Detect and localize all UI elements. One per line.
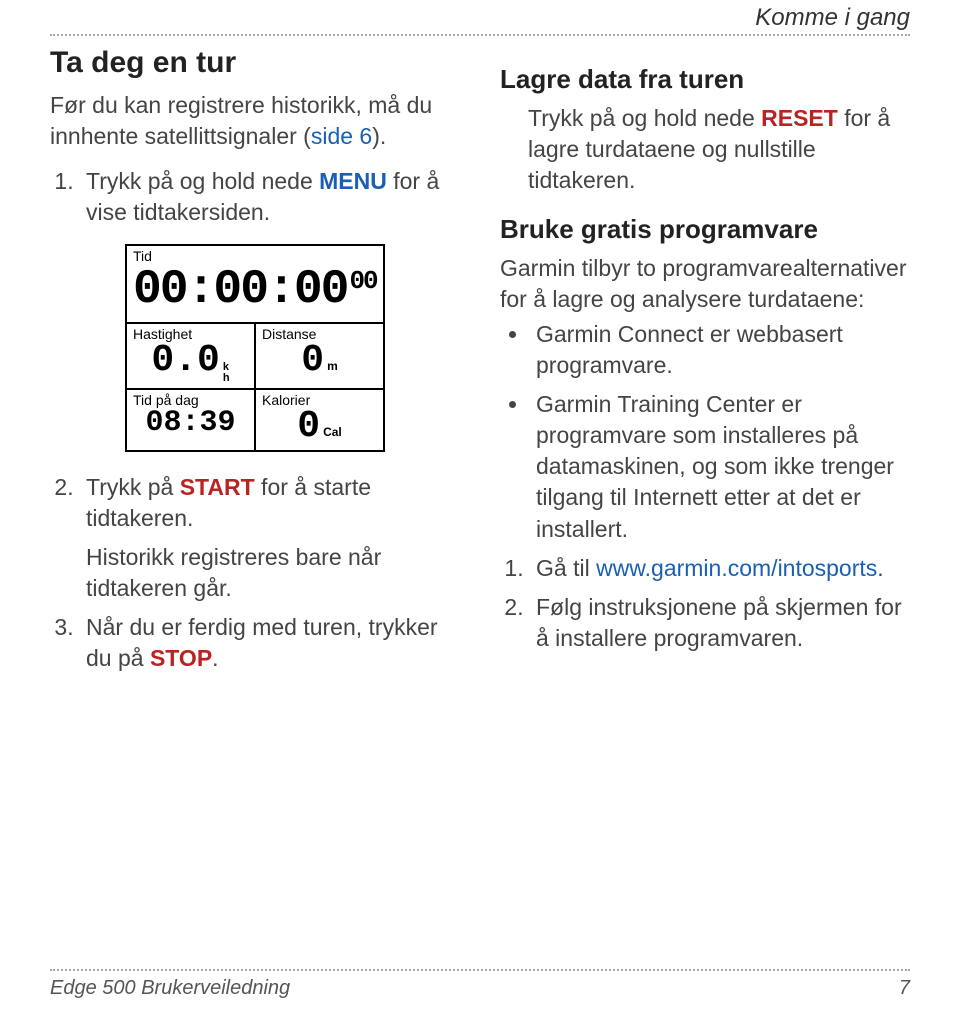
device-tid-cell: Tid 00:00:0000 bbox=[127, 246, 383, 324]
steps-list-left: Trykk på og hold nede MENU for å vise ti… bbox=[50, 166, 460, 228]
heading-lagre-data: Lagre data fra turen bbox=[500, 64, 910, 95]
steps-list-left-cont2: Når du er ferdig med turen, trykker du p… bbox=[50, 612, 460, 674]
bullet-training-center: Garmin Training Center er programvare so… bbox=[530, 389, 910, 544]
device-kalorier-unit: Cal bbox=[323, 425, 342, 439]
step-3: Når du er ferdig med turen, trykker du p… bbox=[80, 612, 460, 674]
device-tid-main: 00:00:00 bbox=[133, 266, 347, 314]
device-tid-sup: 00 bbox=[349, 268, 376, 294]
right-column: Lagre data fra turen Trykk på og hold ne… bbox=[500, 46, 910, 682]
keyword-start: START bbox=[180, 474, 255, 500]
keyword-menu: MENU bbox=[319, 168, 387, 194]
right-step-2: Følg instruksjonene på skjermen for å in… bbox=[530, 592, 910, 654]
step3-post: . bbox=[212, 645, 218, 671]
device-tid-label: Tid bbox=[133, 248, 377, 264]
device-screen: Tid 00:00:0000 Hastighet 0.0 k h bbox=[125, 244, 385, 452]
device-tidpadag-value: 08:39 bbox=[145, 408, 235, 438]
section-label: Komme i gang bbox=[755, 4, 910, 32]
device-hastighet-cell: Hastighet 0.0 k h bbox=[127, 324, 256, 390]
page-footer: Edge 500 Brukerveiledning 7 bbox=[50, 969, 910, 1000]
header-dotted-line bbox=[50, 34, 910, 36]
keyword-reset: RESET bbox=[761, 105, 838, 131]
keyword-stop: STOP bbox=[150, 645, 212, 671]
link-side-6[interactable]: side 6 bbox=[311, 123, 372, 149]
lagre-pre: Trykk på og hold nede bbox=[528, 105, 761, 131]
footer-page-number: 7 bbox=[899, 977, 910, 1000]
step2-subnote: Historikk registreres bare når tidtakere… bbox=[86, 542, 460, 604]
right-step1-pre: Gå til bbox=[536, 555, 596, 581]
device-tid-value: 00:00:0000 bbox=[133, 264, 377, 318]
step-2: Trykk på START for å starte tidtakeren. bbox=[80, 472, 460, 534]
step1-pre: Trykk på og hold nede bbox=[86, 168, 319, 194]
steps-list-left-cont: Trykk på START for å starte tidtakeren. bbox=[50, 472, 460, 534]
heading-ta-deg-en-tur: Ta deg en tur bbox=[50, 46, 460, 80]
device-hastighet-value: 0.0 bbox=[151, 342, 219, 380]
device-kalorier-cell: Kalorier 0 Cal bbox=[256, 390, 383, 450]
device-distanse-value: 0 bbox=[301, 342, 324, 380]
device-kalorier-value: 0 bbox=[297, 408, 320, 446]
step-1: Trykk på og hold nede MENU for å vise ti… bbox=[80, 166, 460, 228]
steps-list-right: Gå til www.garmin.com/intosports. Følg i… bbox=[500, 553, 910, 654]
step2-pre: Trykk på bbox=[86, 474, 180, 500]
link-garmin-intosports[interactable]: www.garmin.com/intosports bbox=[596, 555, 877, 581]
heading-bruke-gratis: Bruke gratis programvare bbox=[500, 214, 910, 245]
lagre-text: Trykk på og hold nede RESET for å lagre … bbox=[528, 103, 910, 196]
right-step1-post: . bbox=[877, 555, 883, 581]
step3-pre: Når du er ferdig med turen, trykker du p… bbox=[86, 614, 438, 671]
intro-paragraph: Før du kan registrere historikk, må du i… bbox=[50, 90, 460, 152]
left-column: Ta deg en tur Før du kan registrere hist… bbox=[50, 46, 460, 682]
bullet-connect: Garmin Connect er webbasert programvare. bbox=[530, 319, 910, 381]
intro-text-post: ). bbox=[372, 123, 386, 149]
device-distanse-cell: Distanse 0 m bbox=[256, 324, 383, 390]
device-hastighet-unit: k h bbox=[223, 362, 230, 384]
device-tidpadag-cell: Tid på dag 08:39 bbox=[127, 390, 256, 450]
right-step-1: Gå til www.garmin.com/intosports. bbox=[530, 553, 910, 584]
device-distanse-unit: m bbox=[327, 359, 338, 373]
programvare-intro: Garmin tilbyr to programvarealternativer… bbox=[500, 253, 910, 315]
device-hastighet-unit-bot: h bbox=[223, 373, 230, 384]
footer-title: Edge 500 Brukerveiledning bbox=[50, 977, 290, 1000]
software-bullets: Garmin Connect er webbasert programvare.… bbox=[500, 319, 910, 544]
